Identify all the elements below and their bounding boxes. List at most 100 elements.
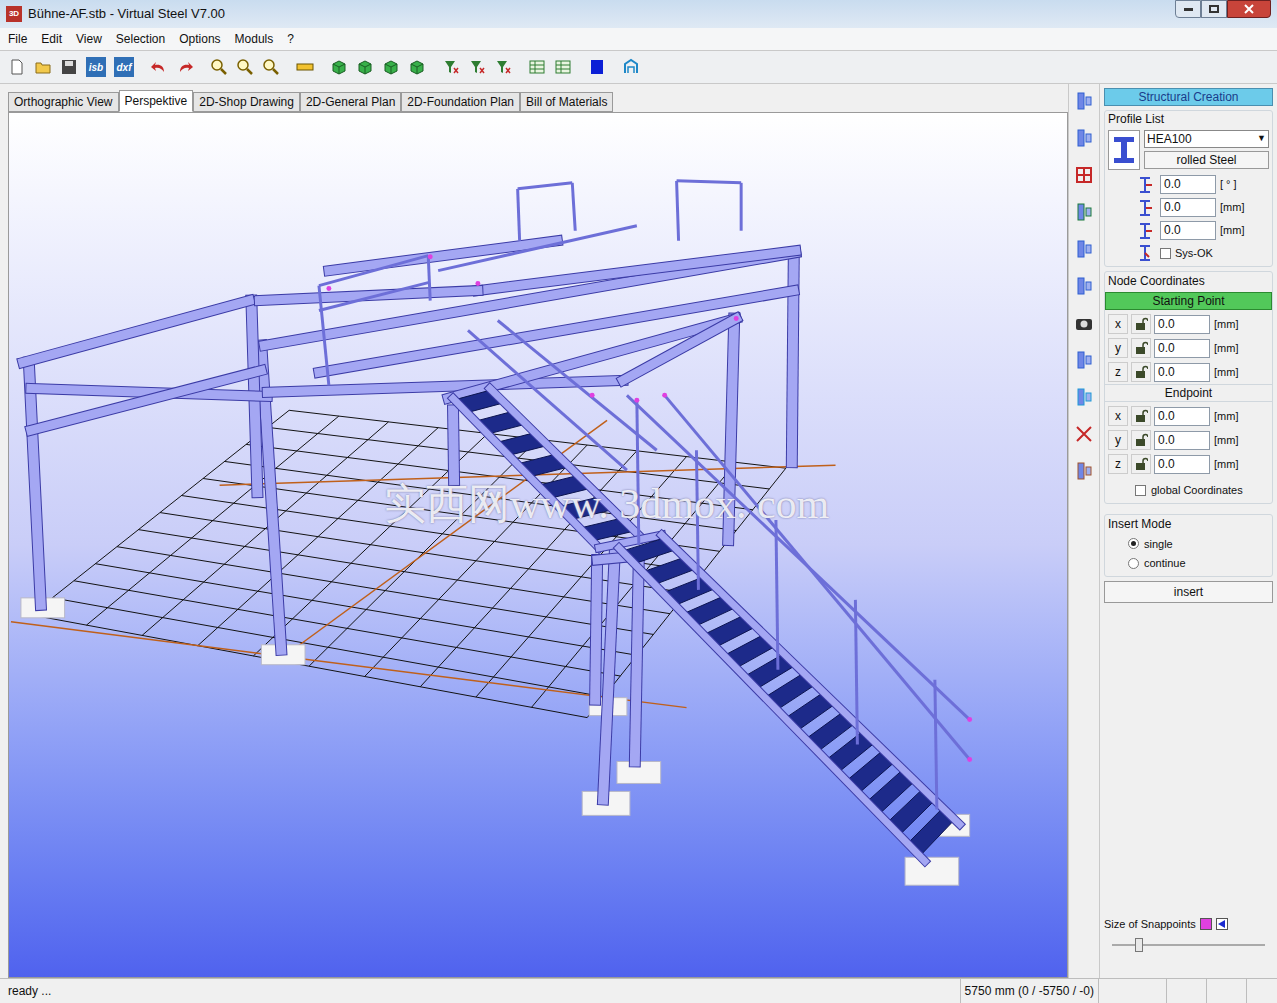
snap-point[interactable] bbox=[475, 281, 480, 286]
new-icon[interactable] bbox=[8, 58, 26, 76]
panel-header[interactable]: Structural Creation bbox=[1104, 88, 1273, 106]
snap-point[interactable] bbox=[662, 393, 667, 398]
view-tab[interactable]: 2D-Shop Drawing bbox=[193, 92, 300, 112]
point-header[interactable]: Starting Point bbox=[1105, 292, 1272, 310]
unit-label: [mm] bbox=[1214, 432, 1238, 449]
menu-item[interactable]: Edit bbox=[41, 30, 62, 48]
cube-icon[interactable] bbox=[382, 58, 400, 76]
number-input[interactable]: 0.0 bbox=[1154, 339, 1210, 358]
handrail bbox=[935, 680, 937, 810]
app-icon: 3D bbox=[6, 6, 22, 22]
table-icon[interactable] bbox=[528, 58, 546, 76]
tool-icon[interactable] bbox=[1073, 386, 1095, 408]
insert-mode-radio[interactable]: single bbox=[1108, 536, 1269, 553]
number-input[interactable]: 0.0 bbox=[1154, 431, 1210, 450]
snappoint-slider[interactable] bbox=[1112, 938, 1265, 952]
insert-mode-group: Insert Modesinglecontinue bbox=[1104, 514, 1273, 577]
minimize-button[interactable] bbox=[1175, 0, 1201, 18]
filter-icon[interactable] bbox=[494, 58, 512, 76]
table-icon[interactable] bbox=[554, 58, 572, 76]
cube-icon[interactable] bbox=[356, 58, 374, 76]
handrail bbox=[855, 600, 857, 745]
global-coordinates-checkbox[interactable]: global Coordinates bbox=[1105, 482, 1272, 499]
insert-mode-radio[interactable]: continue bbox=[1108, 555, 1269, 572]
zoom-icon[interactable] bbox=[236, 58, 254, 76]
save-icon[interactable] bbox=[60, 58, 78, 76]
tool-icon[interactable] bbox=[1073, 90, 1095, 112]
tool-icon[interactable] bbox=[1073, 201, 1095, 223]
snap-color-swatch[interactable] bbox=[1200, 918, 1212, 930]
view-tab[interactable]: 2D-Foundation Plan bbox=[401, 92, 520, 112]
menu-item[interactable]: Options bbox=[179, 30, 220, 48]
snap-point[interactable] bbox=[967, 717, 972, 722]
lock-icon[interactable] bbox=[1134, 409, 1148, 423]
zoom-icon[interactable] bbox=[262, 58, 280, 76]
tool-icon[interactable] bbox=[1073, 164, 1095, 186]
lock-icon[interactable] bbox=[1134, 341, 1148, 355]
3d-viewport[interactable]: 实西网www. 3dmox. com bbox=[8, 112, 1068, 978]
tool-icon[interactable] bbox=[1073, 349, 1095, 371]
tool-icon[interactable] bbox=[1073, 312, 1095, 334]
snap-point[interactable] bbox=[428, 254, 433, 259]
tool-icon[interactable] bbox=[1073, 127, 1095, 149]
zoom-icon[interactable] bbox=[210, 58, 228, 76]
menu-item[interactable]: ? bbox=[287, 30, 294, 48]
filter-icon[interactable] bbox=[468, 58, 486, 76]
number-input[interactable]: 0.0 bbox=[1154, 407, 1210, 426]
close-button[interactable] bbox=[1227, 0, 1271, 18]
number-input[interactable]: 0.0 bbox=[1154, 455, 1210, 474]
field-row: 0.0[mm] bbox=[1154, 363, 1238, 382]
number-input[interactable]: 0.0 bbox=[1160, 221, 1216, 240]
menu-item[interactable]: View bbox=[76, 30, 102, 48]
lock-icon[interactable] bbox=[1134, 365, 1148, 379]
number-input[interactable]: 0.0 bbox=[1160, 175, 1216, 194]
snap-point[interactable] bbox=[967, 757, 972, 762]
cube-icon[interactable] bbox=[330, 58, 348, 76]
menu-item[interactable]: Moduls bbox=[235, 30, 274, 48]
view-tab[interactable]: Perspektive bbox=[119, 90, 194, 112]
snap-point[interactable] bbox=[734, 316, 739, 321]
export-button[interactable]: dxf bbox=[114, 57, 134, 77]
point-header[interactable]: Endpoint bbox=[1105, 384, 1272, 402]
undo-icon[interactable] bbox=[150, 58, 168, 76]
lock-icon[interactable] bbox=[1134, 433, 1148, 447]
system-icon bbox=[1138, 244, 1154, 262]
snap-point[interactable] bbox=[326, 286, 331, 291]
handrail bbox=[677, 181, 679, 241]
maximize-button[interactable] bbox=[1201, 0, 1227, 18]
number-input[interactable]: 0.0 bbox=[1154, 363, 1210, 382]
view-tab[interactable]: 2D-General Plan bbox=[300, 92, 401, 112]
view-tab[interactable]: Bill of Materials bbox=[520, 92, 613, 112]
toolbar: isbdxf bbox=[0, 50, 1277, 84]
export-button[interactable]: isb bbox=[86, 57, 106, 77]
tool-icon[interactable] bbox=[1073, 460, 1095, 482]
sys-ok-checkbox[interactable]: Sys-OK bbox=[1160, 245, 1213, 262]
steel-beam bbox=[31, 370, 261, 430]
tool-icon[interactable] bbox=[1073, 238, 1095, 260]
ruler-icon[interactable] bbox=[296, 58, 314, 76]
open-icon[interactable] bbox=[34, 58, 52, 76]
snap-point[interactable] bbox=[634, 398, 639, 403]
profile-select[interactable]: HEA100▼ bbox=[1144, 130, 1269, 148]
menu-item[interactable]: File bbox=[8, 30, 27, 48]
net-icon[interactable] bbox=[622, 58, 640, 76]
color-icon[interactable] bbox=[588, 58, 606, 76]
number-input[interactable]: 0.0 bbox=[1154, 315, 1210, 334]
material-button[interactable]: rolled Steel bbox=[1144, 151, 1269, 169]
number-input[interactable]: 0.0 bbox=[1160, 198, 1216, 217]
filter-icon[interactable] bbox=[442, 58, 460, 76]
snap-point[interactable] bbox=[590, 393, 595, 398]
tool-icon[interactable] bbox=[1073, 423, 1095, 445]
lock-icon[interactable] bbox=[1134, 317, 1148, 331]
profile-icon bbox=[1108, 130, 1140, 170]
tool-icon[interactable] bbox=[1073, 275, 1095, 297]
insert-button[interactable]: insert bbox=[1104, 581, 1273, 603]
lock-icon[interactable] bbox=[1134, 457, 1148, 471]
snap-shape-swatch[interactable] bbox=[1216, 918, 1228, 930]
handrail bbox=[319, 286, 329, 386]
close-icon bbox=[1244, 4, 1254, 14]
menu-item[interactable]: Selection bbox=[116, 30, 165, 48]
view-tab[interactable]: Orthographic View bbox=[8, 92, 119, 112]
cube-icon[interactable] bbox=[408, 58, 426, 76]
redo-icon[interactable] bbox=[176, 58, 194, 76]
